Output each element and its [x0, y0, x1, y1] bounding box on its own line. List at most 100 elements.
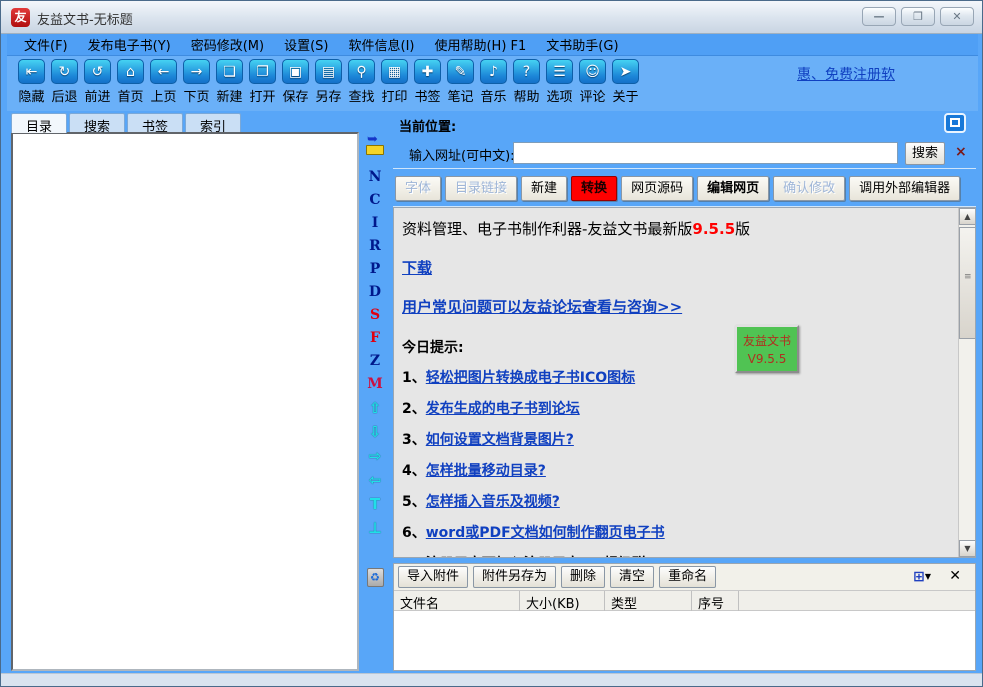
maximize-button[interactable]: ❐: [901, 7, 935, 26]
hotkey-letter-i[interactable]: I: [372, 212, 379, 235]
tab-search[interactable]: 搜索: [69, 113, 125, 132]
menu-help[interactable]: 使用帮助(H) F1: [425, 33, 535, 56]
col-type[interactable]: 类型: [605, 591, 692, 611]
hotkey-letter-p[interactable]: P: [370, 258, 381, 281]
move-bottom-icon[interactable]: ⊥: [368, 516, 382, 540]
external-editor-button[interactable]: 调用外部编辑器: [849, 176, 960, 201]
music-button[interactable]: ♪ 音乐: [477, 59, 510, 105]
download-link[interactable]: 下载: [402, 257, 432, 278]
minimize-button[interactable]: —: [862, 7, 896, 26]
col-empty: [739, 591, 975, 611]
tip-link-5[interactable]: 怎样插入音乐及视频?: [426, 494, 560, 510]
menu-file[interactable]: 文件(F): [15, 33, 77, 56]
move-down-icon[interactable]: ⇩: [369, 420, 382, 444]
url-search-button[interactable]: 搜索: [905, 142, 945, 165]
menu-settings[interactable]: 设置(S): [275, 33, 337, 56]
move-top-icon[interactable]: T: [370, 492, 380, 516]
hotkey-letter-s[interactable]: S: [370, 304, 380, 327]
move-right-icon[interactable]: ⇨: [369, 444, 382, 468]
import-attachment-button[interactable]: 导入附件: [398, 566, 468, 588]
forward-button[interactable]: ↺ 前进: [81, 59, 114, 105]
content-scrollbar[interactable]: ▲ ▼: [958, 208, 975, 557]
close-button[interactable]: ✕: [940, 7, 974, 26]
next-page-button[interactable]: → 下页: [180, 59, 213, 105]
next-page-icon: →: [183, 59, 210, 84]
menu-software-info[interactable]: 软件信息(I): [340, 33, 424, 56]
move-up-icon[interactable]: ⇧: [369, 396, 382, 420]
print-label: 打印: [381, 86, 407, 105]
save-button[interactable]: ▣ 保存: [279, 59, 312, 105]
save-as-icon: ▤: [315, 59, 342, 84]
comments-button[interactable]: ☺ 评论: [576, 59, 609, 105]
new-page-button[interactable]: 新建: [521, 176, 567, 201]
scrollbar-thumb[interactable]: [959, 227, 976, 339]
tip-link-3[interactable]: 如何设置文档背景图片?: [426, 432, 574, 448]
bookmark-button[interactable]: ✚ 书签: [411, 59, 444, 105]
delete-attachment-button[interactable]: 删除: [561, 566, 605, 588]
home-button[interactable]: ⌂ 首页: [114, 59, 147, 105]
contents-tree-panel[interactable]: [11, 132, 359, 671]
hide-label: 隐藏: [18, 86, 44, 105]
move-left-icon[interactable]: ⇦: [369, 468, 382, 492]
menu-password[interactable]: 密码修改(M): [182, 33, 273, 56]
hotkey-letter-m[interactable]: M: [367, 373, 383, 396]
attachments-table-header: 文件名 大小(KB) 类型 序号: [394, 591, 975, 611]
back-button[interactable]: ↻ 后退: [48, 59, 81, 105]
heading-version: 9.5.5: [692, 220, 735, 238]
hotkey-letter-c[interactable]: C: [369, 189, 380, 212]
url-input[interactable]: [513, 142, 898, 164]
edit-webpage-button[interactable]: 编辑网页: [697, 176, 769, 201]
faq-forum-link[interactable]: 用户常见问题可以友益论坛查看与咨询>>: [402, 296, 947, 317]
open-button[interactable]: ❐ 打开: [246, 59, 279, 105]
tab-bookmarks[interactable]: 书签: [127, 113, 183, 132]
address-close-icon[interactable]: ×: [955, 144, 967, 160]
forward-label: 前进: [84, 86, 110, 105]
hotkey-letter-n[interactable]: N: [369, 166, 382, 189]
location-row: 当前位置:: [393, 111, 976, 137]
grid-view-icon[interactable]: ⊞▼: [913, 569, 931, 585]
hotkey-letter-f[interactable]: F: [370, 327, 380, 350]
prev-page-icon: ←: [150, 59, 177, 84]
attachments-table-body[interactable]: [394, 611, 975, 670]
scroll-down-icon[interactable]: ▼: [959, 540, 976, 557]
rename-attachment-button[interactable]: 重命名: [659, 566, 716, 588]
help-button[interactable]: ? 帮助: [510, 59, 543, 105]
menu-doc-assistant[interactable]: 文书助手(G): [537, 33, 627, 56]
tip-num: 5、: [402, 494, 426, 510]
register-marquee-link[interactable]: 惠、免费注册软: [797, 64, 895, 84]
col-filename[interactable]: 文件名: [394, 591, 520, 611]
save-as-button[interactable]: ▤ 另存: [312, 59, 345, 105]
tip-link-6[interactable]: word或PDF文档如何制作翻页电子书: [426, 525, 665, 541]
save-attachment-as-button[interactable]: 附件另存为: [473, 566, 556, 588]
content-heading: 资料管理、电子书制作利器-友益文书最新版9.5.5版: [402, 218, 947, 239]
folder-arrow: ➥: [367, 132, 378, 147]
about-button[interactable]: ➤ 关于: [609, 59, 642, 105]
open-folder-shortcut-icon[interactable]: ➥: [365, 138, 385, 156]
hotkey-letter-z[interactable]: Z: [370, 350, 380, 373]
search-icon: ⚲: [348, 59, 375, 84]
options-button[interactable]: ☰ 选项: [543, 59, 576, 105]
panel-maximize-icon[interactable]: [944, 113, 966, 133]
prev-page-button[interactable]: ← 上页: [147, 59, 180, 105]
col-size[interactable]: 大小(KB): [520, 591, 605, 611]
notes-button[interactable]: ✎ 笔记: [444, 59, 477, 105]
find-button[interactable]: ⚲ 查找: [345, 59, 378, 105]
tip-link-2[interactable]: 发布生成的电子书到论坛: [426, 401, 580, 417]
print-button[interactable]: ▦ 打印: [378, 59, 411, 105]
hotkey-letter-d[interactable]: D: [369, 281, 381, 304]
hotkey-letter-r[interactable]: R: [369, 235, 381, 258]
tip-link-4[interactable]: 怎样批量移动目录?: [426, 463, 546, 479]
scroll-up-icon[interactable]: ▲: [959, 208, 976, 225]
tab-index[interactable]: 索引: [185, 113, 241, 132]
convert-button[interactable]: 转换: [571, 176, 617, 201]
clear-attachments-button[interactable]: 清空: [610, 566, 654, 588]
tip-link-1[interactable]: 轻松把图片转换成电子书ICO图标: [426, 370, 635, 386]
new-button[interactable]: ❏ 新建: [213, 59, 246, 105]
hide-button[interactable]: ⇤ 隐藏: [15, 59, 48, 105]
tab-contents[interactable]: 目录: [11, 113, 67, 133]
html-source-button[interactable]: 网页源码: [621, 176, 693, 201]
attachments-close-icon[interactable]: ✕: [949, 568, 961, 584]
menu-publish-ebook[interactable]: 发布电子书(Y): [79, 33, 180, 56]
col-serial[interactable]: 序号: [692, 591, 739, 611]
recycle-bin-icon[interactable]: ♻: [367, 568, 384, 587]
